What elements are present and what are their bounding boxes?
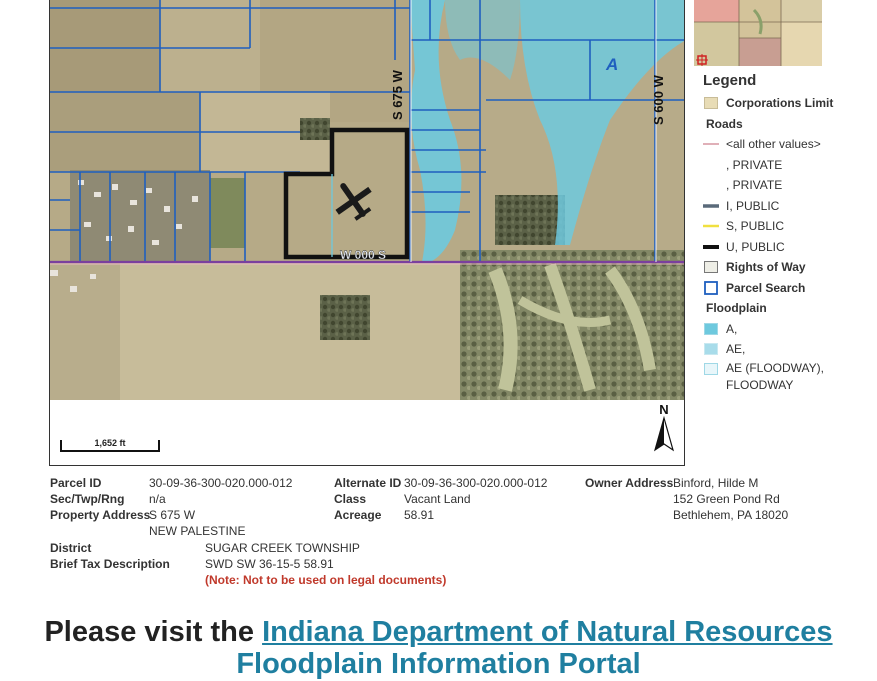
legend-label: U, PUBLIC (726, 239, 785, 254)
woodlot (320, 295, 370, 340)
road-other-line-icon (703, 143, 719, 145)
legend-heading-roads: Roads (706, 116, 743, 131)
legend-heading-floodplain: Floodplain (706, 301, 767, 316)
tax-value: SWD SW 36-15-5 58.91 (205, 557, 334, 571)
sec-value: n/a (149, 492, 166, 506)
banner-prefix: Please visit the (44, 616, 263, 648)
parcel-id-value: 30-09-36-300-020.000-012 (149, 476, 293, 490)
legend-label: FLOODWAY (726, 377, 794, 392)
zone-label: A (605, 55, 618, 74)
owner-name: Binford, Hilde M (673, 476, 759, 490)
owner-city: Bethlehem, PA 18020 (673, 508, 789, 522)
road-label-s600w: S 600 W (651, 74, 666, 125)
address-line1: S 675 W (149, 508, 196, 522)
legend-item-road-i-public: I, PUBLIC (702, 196, 877, 217)
legend-item-road-s-public: S, PUBLIC (702, 216, 877, 237)
legend-item-flood-ae: AE, (702, 339, 877, 360)
district-label: District (50, 541, 92, 555)
legend-item-road-other: <all other values> (702, 134, 877, 155)
legend-item-flood-floodway: AE (FLOODWAY), FLOODWAY (702, 360, 877, 394)
legend-label: AE, (726, 342, 746, 357)
legend-item-parcel-search: Parcel Search (702, 278, 877, 299)
legend-title: Legend (703, 72, 757, 89)
address-label: Property Address (50, 508, 151, 522)
scale-bar: 1,652 ft (60, 438, 160, 452)
legend-label: Rights of Way (726, 260, 806, 275)
legend-item-road-private-1: , PRIVATE (702, 155, 877, 176)
parcel-search-swatch-icon (704, 280, 718, 295)
scale-label: 1,652 ft (94, 438, 126, 448)
road-s-public-line-icon (703, 225, 719, 228)
north-arrow-icon: N (653, 402, 675, 452)
district-value: SUGAR CREEK TOWNSHIP (205, 541, 360, 555)
map-legend: Legend Corporations Limit Roads <all oth… (702, 72, 877, 394)
corporations-swatch-icon (704, 97, 718, 110)
crop-field (120, 262, 460, 400)
rights-of-way-swatch-icon (704, 261, 718, 274)
overview-inset-map[interactable] (694, 0, 822, 66)
dnr-link[interactable]: Indiana Department of Natural Resources (262, 616, 832, 648)
banner-line2[interactable]: Floodplain Information Portal (0, 648, 877, 681)
class-value: Vacant Land (404, 492, 471, 506)
legend-item-road-private-2: , PRIVATE (702, 175, 877, 196)
road-label-w000s: W 000 S (340, 248, 386, 262)
owner-street: 152 Green Pond Rd (673, 492, 780, 506)
legend-label: Parcel Search (726, 280, 806, 295)
sec-label: Sec/Twp/Rng (50, 492, 125, 506)
acreage-value: 58.91 (404, 508, 435, 522)
dnr-banner: Please visit the Indiana Department of N… (0, 616, 877, 649)
road-u-public-line-icon (703, 244, 719, 249)
acreage-label: Acreage (334, 508, 382, 522)
owner-label: Owner Address (585, 476, 674, 490)
alt-id-label: Alternate ID (334, 476, 402, 490)
legal-note: (Note: Not to be used on legal documents… (205, 573, 447, 587)
tax-label: Brief Tax Description (50, 557, 170, 571)
alt-id-value: 30-09-36-300-020.000-012 (404, 476, 548, 490)
road-i-public-line-icon (703, 204, 719, 208)
legend-item-rights-of-way: Rights of Way (702, 257, 877, 278)
legend-label: , PRIVATE (726, 178, 783, 193)
legend-item-flood-a: A, (702, 319, 877, 340)
address-line2: NEW PALESTINE (149, 524, 246, 538)
legend-label: <all other values> (726, 137, 821, 152)
flood-ae-swatch-icon (704, 343, 718, 356)
north-label: N (659, 402, 668, 417)
legend-label: AE (FLOODWAY), (726, 360, 825, 375)
legend-item-road-u-public: U, PUBLIC (702, 237, 877, 258)
village-area (70, 170, 210, 262)
road-label-s675w: S 675 W (390, 69, 405, 120)
legend-item-corporations: Corporations Limit (702, 93, 877, 114)
location-marker-icon (696, 54, 708, 66)
parcel-id-label: Parcel ID (50, 476, 102, 490)
parcel-map[interactable]: S 675 W S 600 W W 000 S A (49, 0, 685, 466)
legend-label: , PRIVATE (726, 157, 783, 172)
aerial-map-canvas: S 675 W S 600 W W 000 S A (50, 0, 684, 465)
legend-label: Corporations Limit (726, 96, 834, 111)
legend-label: A, (726, 321, 738, 336)
class-label: Class (334, 492, 367, 506)
flood-a-swatch-icon (704, 322, 718, 335)
legend-label: I, PUBLIC (726, 198, 780, 213)
legend-label: S, PUBLIC (726, 219, 785, 234)
flood-floodway-swatch-icon (704, 362, 718, 375)
